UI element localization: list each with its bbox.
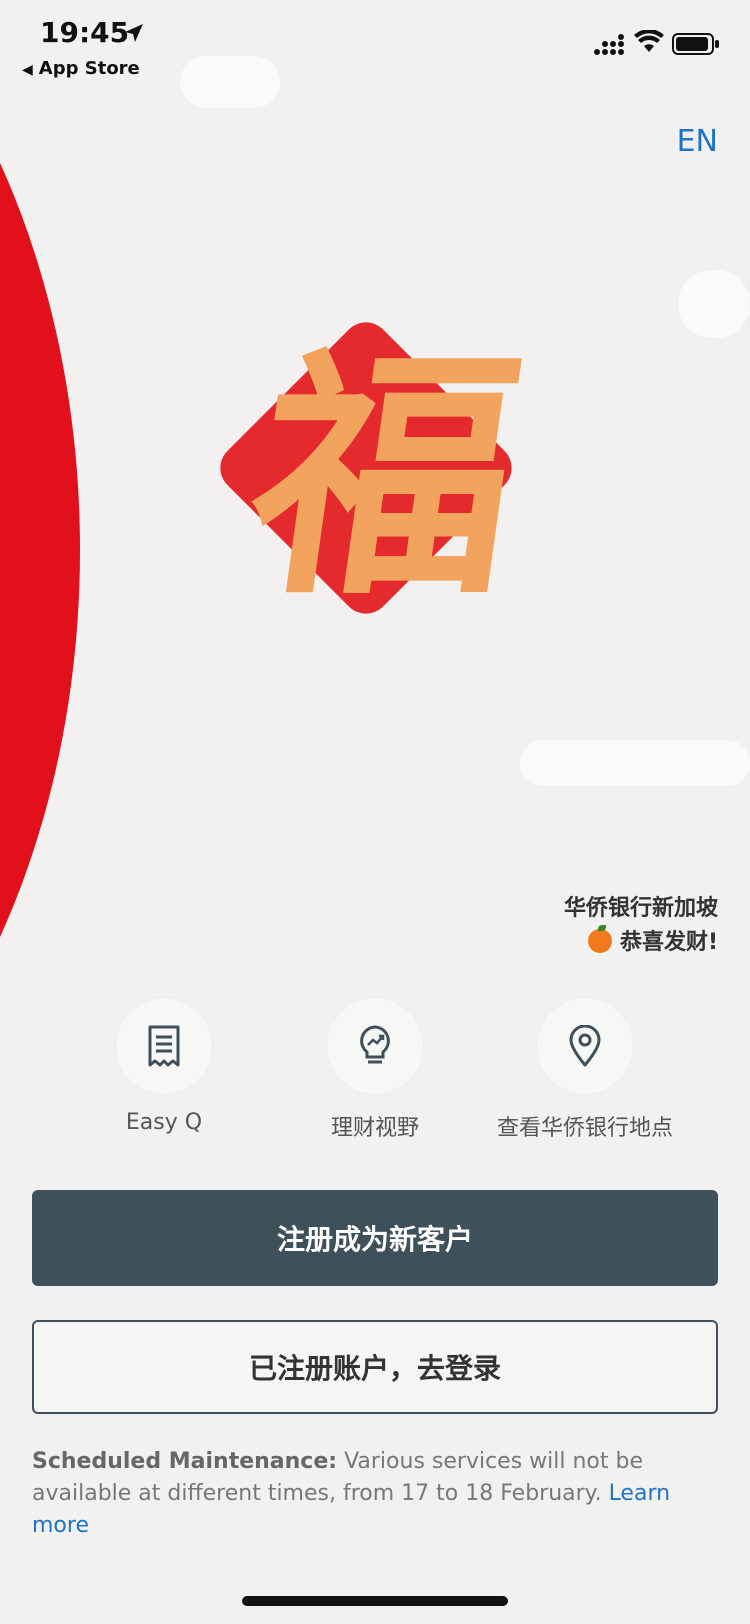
language-toggle-button[interactable]: EN [677, 124, 718, 159]
register-new-customer-button[interactable]: 注册成为新客户 [32, 1190, 718, 1286]
quick-action-label: 查看华侨银行地点 [496, 1116, 673, 1141]
status-bar: 19:45 ◀ App Store [0, 0, 750, 84]
cloud-decoration [520, 740, 750, 786]
greeting-line-wish: 恭喜发财! [564, 925, 718, 960]
battery-icon [672, 33, 719, 55]
greeting-wish-text: 恭喜发财! [619, 930, 718, 955]
receipt-icon [148, 1025, 180, 1067]
fu-emblem: 福 [196, 312, 576, 658]
clock-time: 19:45 [40, 16, 130, 49]
home-indicator[interactable] [242, 1596, 508, 1606]
quick-action-easy-q[interactable]: Easy Q [44, 998, 284, 1135]
back-to-app-store[interactable]: ◀ App Store [22, 58, 140, 79]
greeting-line-bank-name: 华侨银行新加坡 [563, 896, 718, 921]
back-triangle-icon: ◀ [22, 62, 33, 78]
maintenance-notice: Scheduled Maintenance: Various services … [32, 1446, 722, 1542]
location-pin-icon [569, 1025, 601, 1067]
login-screen: 19:45 ◀ App Store EN 福 华侨银行新加坡 恭喜发财! Eas… [0, 0, 750, 1624]
quick-action-locations[interactable]: 查看华侨银行地点 [465, 998, 705, 1142]
quick-action-label: 理财视野 [330, 1116, 419, 1141]
cellular-signal-icon [594, 34, 624, 55]
mandarin-orange-icon [587, 925, 612, 953]
location-arrow-icon [125, 24, 143, 42]
back-app-label: App Store [38, 58, 140, 79]
lightbulb-growth-icon [360, 1025, 390, 1064]
quick-action-label: Easy Q [125, 1110, 203, 1135]
maintenance-title: Scheduled Maintenance: [32, 1449, 338, 1474]
quick-action-circle [537, 998, 633, 1094]
login-button[interactable]: 已注册账户，去登录 [32, 1320, 718, 1414]
quick-action-circle [327, 998, 423, 1094]
new-year-greeting: 华侨银行新加坡 恭喜发财! [564, 892, 718, 960]
wifi-icon [634, 30, 664, 52]
cloud-decoration [678, 270, 750, 338]
fu-character: 福 [234, 325, 538, 630]
quick-actions: Easy Q 理财视野 查看华侨银行地点 [0, 998, 750, 1141]
quick-action-wealth-insights[interactable]: 理财视野 [255, 998, 495, 1142]
quick-action-circle [116, 998, 212, 1094]
